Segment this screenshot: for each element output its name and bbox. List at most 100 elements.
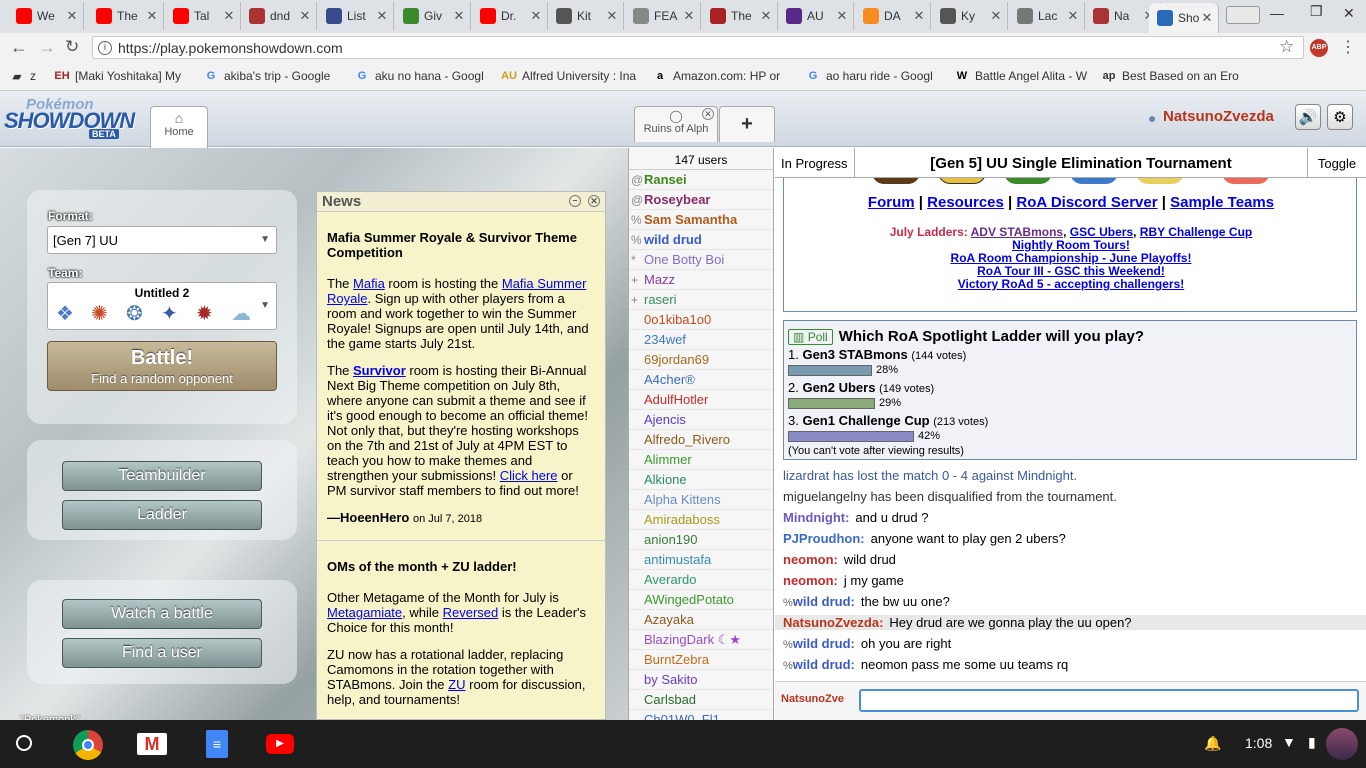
chat-username[interactable]: neomon: xyxy=(783,573,838,588)
sound-button[interactable]: 🔊 xyxy=(1295,104,1321,130)
announce-link[interactable]: Victory RoAd 5 - accepting challengers! xyxy=(958,277,1185,291)
browser-tab[interactable]: Tal ✕ xyxy=(165,2,241,30)
survivor-link[interactable]: Survivor xyxy=(353,363,406,378)
close-tab-icon[interactable]: ✕ xyxy=(529,8,543,24)
discord-link[interactable]: RoA Discord Server xyxy=(1016,194,1157,211)
user-list-item[interactable]: 234wef xyxy=(629,330,773,350)
bookmark-item[interactable]: Gakiba's trip - Google xyxy=(204,69,331,83)
header-username[interactable]: NatsunoZvezda xyxy=(1163,108,1274,125)
avatar[interactable] xyxy=(1326,728,1358,760)
chat-username[interactable]: NatsunoZvezda: xyxy=(783,615,883,630)
team-select[interactable]: Untitled 2 ❖ ✺ ❂ ✦ ✹ ☁ ▼ xyxy=(47,282,277,330)
user-list-item[interactable]: Carlsbad xyxy=(629,690,773,710)
user-list-item[interactable]: AdulfHotler xyxy=(629,390,773,410)
battle-button[interactable]: Battle! Find a random opponent xyxy=(47,341,277,391)
ladder-button[interactable]: Ladder xyxy=(62,500,262,530)
bookmark-item[interactable]: W Battle Angel Alita - W xyxy=(955,69,1087,83)
bookmark-star-icon[interactable]: ☆ xyxy=(1279,37,1294,57)
close-tab-icon[interactable]: ✕ xyxy=(682,8,696,24)
close-window-icon[interactable]: ✕ xyxy=(1343,5,1355,22)
user-list-item[interactable]: @Ransei xyxy=(629,170,773,190)
browser-tab[interactable]: Dr. ✕ xyxy=(472,2,548,30)
bookmark-item[interactable]: ap Best Based on an Ero xyxy=(1102,69,1239,83)
chat-username[interactable]: wild drud: xyxy=(793,594,855,609)
tab-ruins-of-alph[interactable]: ◯ Ruins of Alph ✕ xyxy=(634,106,718,142)
click-here-link[interactable]: Click here xyxy=(500,468,558,483)
browser-tab[interactable]: The ✕ xyxy=(88,2,164,30)
docs-icon[interactable]: ≡ xyxy=(206,730,228,758)
browser-tab[interactable]: AU ✕ xyxy=(778,2,854,30)
maximize-icon[interactable]: ❐ xyxy=(1310,3,1323,20)
announce-link[interactable]: RoA Room Championship - June Playoffs! xyxy=(951,251,1192,265)
user-list-item[interactable]: Amiradaboss xyxy=(629,510,773,530)
zu-link[interactable]: ZU xyxy=(448,677,465,692)
user-list-item[interactable]: Alimmer xyxy=(629,450,773,470)
chat-username[interactable]: wild drud: xyxy=(793,636,855,651)
close-tab-icon[interactable]: ✕ xyxy=(1200,10,1214,26)
close-tab-icon[interactable]: ✕ xyxy=(222,8,236,24)
user-list-item[interactable]: BurntZebra xyxy=(629,650,773,670)
close-tab-icon[interactable]: ✕ xyxy=(989,8,1003,24)
close-tab-icon[interactable]: ✕ xyxy=(375,8,389,24)
user-list-item[interactable]: Azayaka xyxy=(629,610,773,630)
close-tab-icon[interactable]: ✕ xyxy=(145,8,159,24)
gmail-icon[interactable]: M xyxy=(137,733,167,755)
user-list-item[interactable]: Ch01W0_Fl1 xyxy=(629,710,773,720)
browser-tab[interactable]: Ky ✕ xyxy=(932,2,1008,30)
announce-link[interactable]: Nightly Room Tours! xyxy=(1012,238,1130,252)
browser-tab[interactable]: List ✕ xyxy=(318,2,394,30)
close-tab-icon[interactable]: ✕ xyxy=(65,8,79,24)
close-tab-icon[interactable]: ✕ xyxy=(452,8,466,24)
user-list-item[interactable]: by Sakito xyxy=(629,670,773,690)
chat-username[interactable]: wild drud: xyxy=(793,657,855,672)
user-list-item[interactable]: Alkione xyxy=(629,470,773,490)
new-tab-button[interactable] xyxy=(1226,6,1260,24)
user-list-item[interactable]: anion190 xyxy=(629,530,773,550)
bookmark-item[interactable]: Gao haru ride - Googl xyxy=(806,69,933,83)
user-list-item[interactable]: % Sam Samantha xyxy=(629,210,773,230)
back-icon[interactable]: ← xyxy=(10,37,28,58)
ladder-link[interactable]: RBY Challenge Cup xyxy=(1140,225,1252,239)
user-list-item[interactable]: antimustafa xyxy=(629,550,773,570)
watch-battle-button[interactable]: Watch a battle xyxy=(62,599,262,629)
settings-button[interactable]: ⚙ xyxy=(1327,104,1353,130)
reload-icon[interactable]: ↻ xyxy=(65,37,79,57)
user-list-item[interactable]: + Mazz xyxy=(629,270,773,290)
browser-tab[interactable]: FEA ✕ xyxy=(625,2,701,30)
browser-tab[interactable]: The ✕ xyxy=(702,2,778,30)
user-list-item[interactable]: % wild drud xyxy=(629,230,773,250)
battery-icon[interactable]: ▮ xyxy=(1308,734,1316,751)
browser-tab[interactable]: DA ✕ xyxy=(855,2,931,30)
teambuilder-button[interactable]: Teambuilder xyxy=(62,461,262,491)
forum-link[interactable]: Forum xyxy=(868,194,915,211)
user-list-item[interactable]: 69jordan69 xyxy=(629,350,773,370)
close-tab-icon[interactable]: ✕ xyxy=(1066,8,1080,24)
chat-username[interactable]: Mindnight: xyxy=(783,510,849,525)
adblock-icon[interactable]: ABP xyxy=(1310,39,1328,57)
metagamiate-link[interactable]: Metagamiate xyxy=(327,605,402,620)
browser-tab[interactable]: Lac ✕ xyxy=(1009,2,1085,30)
user-list-item[interactable]: 0o1kiba1o0 xyxy=(629,310,773,330)
user-list-item[interactable]: A4cher® xyxy=(629,370,773,390)
resources-link[interactable]: Resources xyxy=(927,194,1004,211)
youtube-icon[interactable]: ▶ xyxy=(266,734,294,754)
chrome-icon[interactable] xyxy=(73,730,103,760)
close-tab-icon[interactable]: ✕ xyxy=(702,108,714,120)
showdown-logo[interactable]: Pokémon SHOWDOWN BETA xyxy=(4,96,149,142)
bookmark-item[interactable]: EH [Maki Yoshitaka] My xyxy=(54,69,181,83)
chat-username[interactable]: PJProudhon: xyxy=(783,531,865,546)
user-list-item[interactable]: @Roseybear xyxy=(629,190,773,210)
user-list-item[interactable]: + raseri xyxy=(629,290,773,310)
bookmark-item[interactable]: AU Alfred University : Ina xyxy=(501,69,636,83)
bookmark-item[interactable]: ▰ z xyxy=(10,69,36,83)
user-list-item[interactable]: AWingedPotato xyxy=(629,590,773,610)
close-tab-icon[interactable]: ✕ xyxy=(759,8,773,24)
browser-tab[interactable]: Giv ✕ xyxy=(395,2,471,30)
launcher-icon[interactable] xyxy=(16,735,32,751)
user-list-item[interactable]: Alpha Kittens xyxy=(629,490,773,510)
close-tab-icon[interactable]: ✕ xyxy=(912,8,926,24)
mafia-link[interactable]: Mafia xyxy=(353,276,385,291)
find-user-button[interactable]: Find a user xyxy=(62,638,262,668)
browser-tab[interactable]: Sho ✕ xyxy=(1149,3,1219,33)
tab-home[interactable]: ⌂ Home xyxy=(150,106,208,148)
